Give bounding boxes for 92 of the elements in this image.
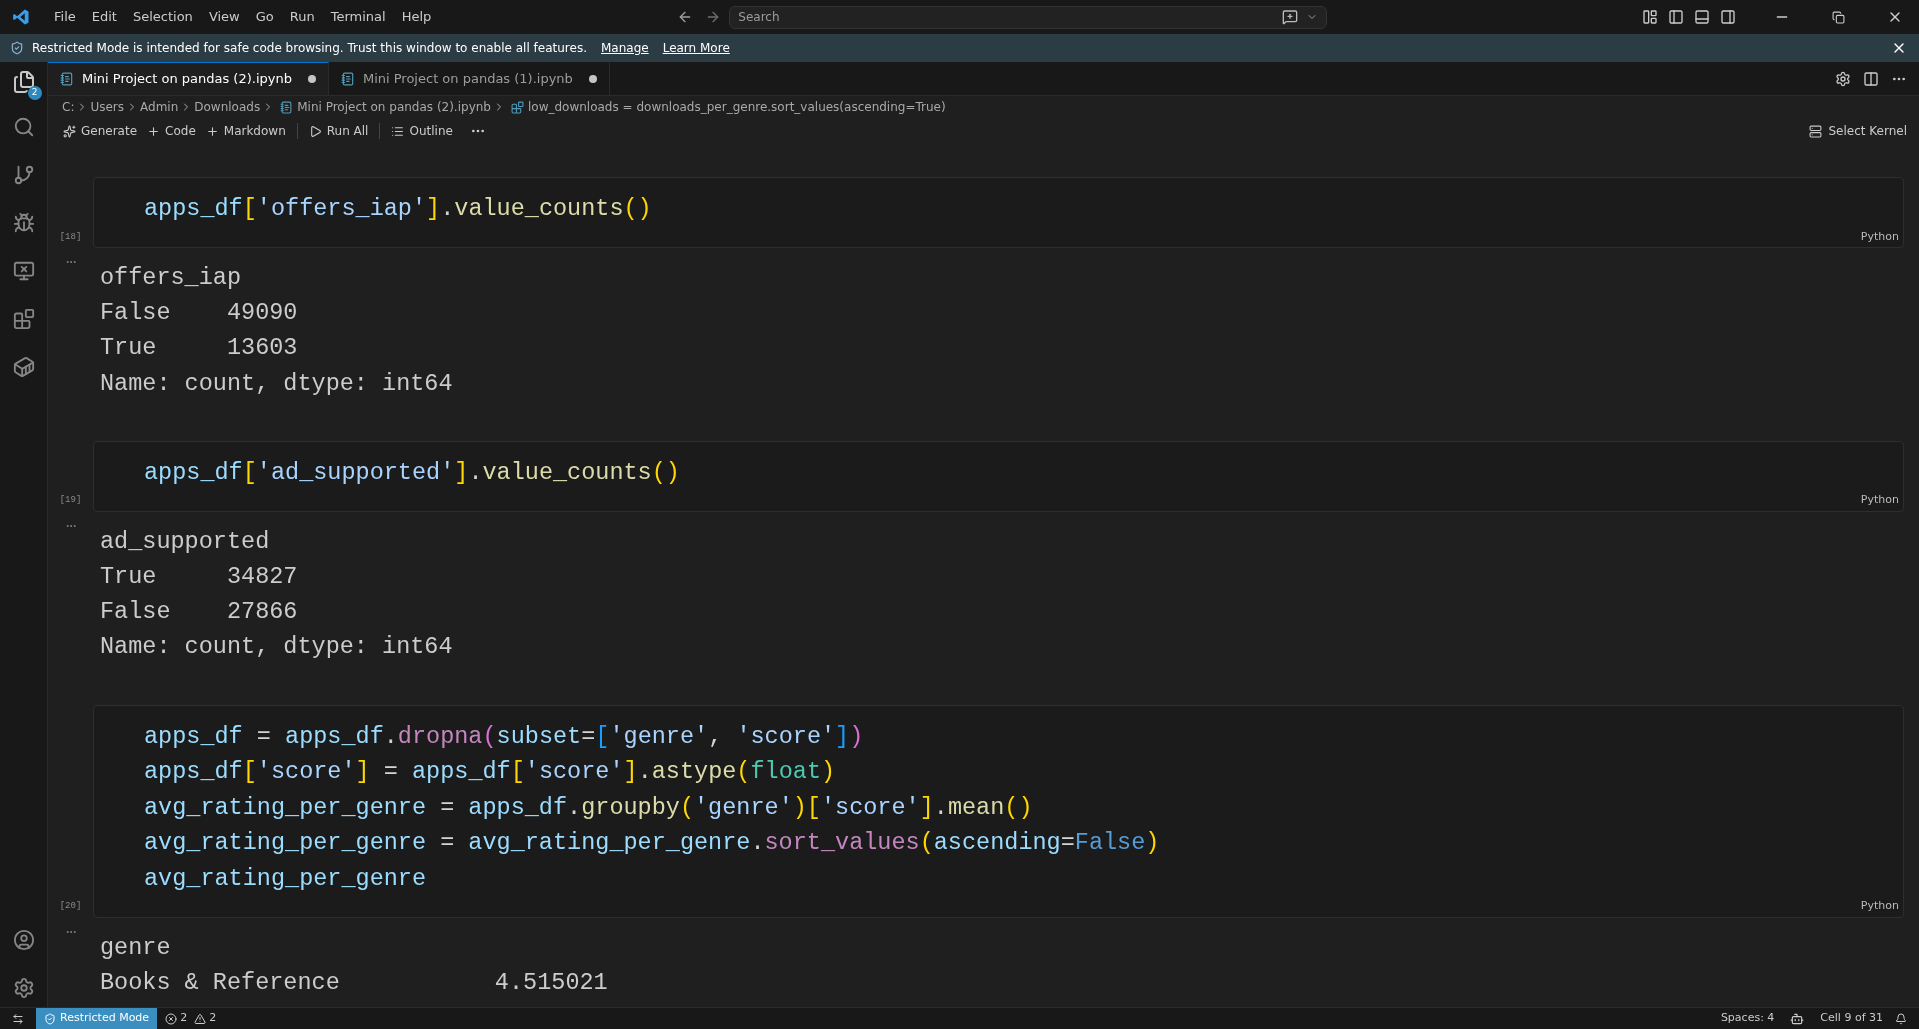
copilot-icon[interactable] [1790,1011,1805,1026]
notification-badge: 2 [27,86,42,100]
language-label[interactable]: Python [1860,228,1899,245]
toolbar-button[interactable]: Outline [386,122,458,140]
execution-count: [19] [59,494,82,508]
notebook-icon [60,72,74,86]
plus-icon [147,124,161,138]
output-line: True 34827 [100,562,299,592]
menu-item[interactable]: Run [281,7,323,27]
app-logo-icon [12,8,30,26]
output-line: Name: count, dtype: int64 [100,368,453,399]
code-cell[interactable]: apps_df['offers_iap'].value_counts() Python [93,177,1904,248]
branch-icon[interactable] [12,164,35,186]
list-icon [391,124,405,138]
settings-icon[interactable] [1835,70,1851,87]
menu-item[interactable]: Terminal [322,7,394,27]
warning-icon [194,1012,207,1025]
menu-item[interactable]: View [200,7,248,27]
indentation-status[interactable]: Spaces: 4 [1720,1010,1775,1027]
kernel-icon [1809,124,1823,138]
container-icon[interactable] [12,356,35,378]
code-line: apps_df = apps_df.dropna(subset=['genre', 'score']) [144,721,865,752]
panel-left-icon[interactable] [1668,9,1684,25]
panel-bottom-icon[interactable] [1694,9,1710,25]
breadcrumb-item[interactable]: low_downloads = downloads_per_genre.sort_values(ascending=True) [527,98,946,116]
code-line: apps_df['ad_supported'].value_counts() [144,457,681,488]
breadcrumb-item[interactable]: Admin [140,98,179,116]
panel-right-icon[interactable] [1720,9,1736,25]
remote-icon[interactable] [12,1012,24,1025]
code-line: avg_rating_per_genre = avg_rating_per_genre.sort_values(ascending=False) [144,828,1161,859]
notebook-icon [280,100,294,114]
output-line: offers_iap [100,263,243,293]
code-cell[interactable]: apps_df['ad_supported'].value_counts() Python [93,440,1904,512]
execution-count: [18] [59,230,82,244]
notebook-icon [340,71,355,86]
restricted-mode-status[interactable]: Restricted Mode [36,1008,158,1029]
toolbar-button[interactable]: Run All [303,122,374,140]
menu-item[interactable]: Edit [83,7,125,27]
menu-item[interactable]: File [46,7,84,27]
editor-tab[interactable]: Mini Project on pandas (1).ipynb [328,62,610,95]
shield-icon [44,1012,56,1025]
output-line: Books & Reference 4.515021 [100,967,608,998]
plus-icon [205,124,219,138]
banner-link[interactable]: Learn More [662,39,730,57]
code-line: apps_df['score'] = apps_df['score'].astype(float) [144,757,837,788]
layout-icon[interactable] [1642,9,1658,25]
search-icon[interactable] [12,116,35,138]
execution-count: [20] [59,900,82,914]
menu-item[interactable]: Go [247,7,282,27]
select-kernel-button[interactable]: Select Kernel [1809,122,1907,140]
output-line: genre [100,932,172,963]
cell-icon [510,100,524,114]
account-icon[interactable] [12,929,35,951]
menu-item[interactable]: Selection [124,7,201,27]
output-line: True 13603 [100,333,299,364]
code-line: avg_rating_per_genre = apps_df.groupby('genre')['score'].mean() [144,792,1034,823]
search-bar[interactable]: Search [729,5,1328,29]
toolbar-button[interactable]: Markdown [200,122,291,140]
notifications-icon[interactable] [1895,1012,1907,1025]
restore-icon[interactable] [1832,10,1845,24]
toolbar-button[interactable]: Code [142,122,201,140]
settings-icon[interactable] [12,977,35,999]
extensions-icon[interactable] [12,308,35,330]
bug-icon[interactable] [12,212,35,234]
run-icon [308,124,322,138]
banner-text: Restricted Mode is intended for safe code browsing. Trust this window to enable all features. [32,40,587,57]
split-editor-icon[interactable] [1863,70,1879,87]
error-icon [165,1012,178,1025]
breadcrumb-item[interactable]: Downloads [194,98,261,116]
sparkle-icon [63,124,76,138]
menu-item[interactable]: Help [393,7,440,27]
breadcrumb-item[interactable]: C: [62,98,75,116]
output-line: Name: count, dtype: int64 [100,632,453,663]
files-icon[interactable] [11,70,36,94]
language-label[interactable]: Python [1860,898,1899,915]
code-line: apps_df['offers_iap'].value_counts() [144,194,653,224]
breadcrumb-item[interactable]: Mini Project on pandas (2).ipynb [297,98,491,116]
output-line: False 27866 [100,597,299,628]
language-label[interactable]: Python [1860,492,1899,509]
breadcrumb-item[interactable]: Users [90,98,125,116]
editor-tab[interactable]: Mini Project on pandas (2).ipynb [48,62,329,95]
output-line: False 49090 [100,298,299,329]
problems-status[interactable]: 2 2 [165,1010,217,1027]
monitor-icon[interactable] [12,260,35,282]
banner-link[interactable]: Manage [601,39,649,57]
code-line: avg_rating_per_genre [144,863,428,894]
chat-icon[interactable] [1282,9,1299,25]
cell-position-status[interactable]: Cell 9 of 31 [1820,1010,1883,1027]
output-line: ad_supported [100,526,271,557]
search-field[interactable]: Search [738,8,1283,26]
toolbar-button[interactable]: Generate [58,122,143,140]
shield-icon [10,41,24,55]
